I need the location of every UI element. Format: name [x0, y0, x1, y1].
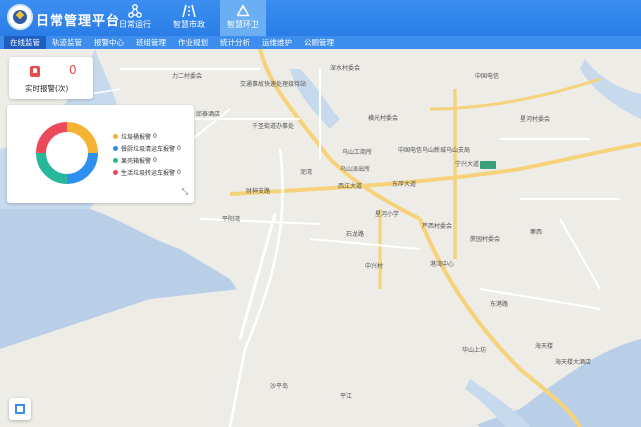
map-label: 平江: [340, 393, 353, 400]
map-label: 财神支路: [246, 188, 271, 195]
map-label: 星河小学: [375, 211, 400, 218]
alarm-label: 实时报警(次): [25, 84, 69, 93]
legend-dot: [113, 157, 118, 163]
map-label: 中兴村: [365, 263, 384, 270]
module-label: 智慧环卫: [227, 20, 259, 29]
legend-item: 果壳箱报警 0: [113, 154, 181, 166]
map-label: 石龙路: [346, 231, 365, 238]
subnav-online-monitoring[interactable]: 在线监管: [4, 36, 46, 49]
module-smart-municipal[interactable]: 智慧市政: [166, 0, 212, 36]
legend-value: 0: [152, 132, 157, 140]
module-nav: 日常运行 智慧市政 智慧环卫: [112, 0, 274, 36]
alarm-donut-chart: [36, 122, 98, 184]
subnav-team-management[interactable]: 班组管理: [130, 36, 172, 49]
legend-label: 生活垃圾转运车报警: [121, 169, 176, 177]
platform-logo: [7, 4, 33, 30]
alarm-stats-panel: 垃圾桶报警 0 餐厨垃圾清运车报警 0 果壳箱报警 0 生活垃圾转运车报警 0 …: [7, 105, 194, 203]
map-label: 乌山工商所: [342, 149, 373, 156]
legend-value: 0: [176, 144, 181, 152]
map-label: 交通事故快速处理接待站: [240, 81, 307, 88]
map-label: 芦西村委会: [422, 223, 453, 230]
top-header: 日常管理平台 日常运行 智慧市政 智慧环卫: [0, 0, 641, 36]
realtime-alarm-panel[interactable]: 0 实时报警(次): [9, 57, 93, 99]
subnav-alarm-center[interactable]: 报警中心: [88, 36, 130, 49]
map-label: 千圣街道办事处: [252, 123, 295, 130]
chart-legend: 垃圾桶报警 0 餐厨垃圾清运车报警 0 果壳箱报警 0 生活垃圾转运车报警 0: [113, 130, 181, 178]
map-layer-button[interactable]: [9, 398, 31, 420]
sub-navigation: 在线监管 轨迹监管 报警中心 班组管理 作业规划 统计分析 运维维护 公厕管理: [0, 36, 641, 49]
legend-item: 餐厨垃圾清运车报警 0: [113, 142, 181, 154]
module-label: 智慧市政: [173, 20, 205, 29]
module-smart-sanitation[interactable]: 智慧环卫: [220, 0, 266, 36]
expand-icon[interactable]: ⤡: [182, 187, 188, 197]
legend-label: 果壳箱报警: [121, 157, 152, 165]
map-label: 力二村委会: [172, 73, 203, 80]
legend-label: 餐厨垃圾清运车报警: [121, 145, 176, 153]
legend-dot: [113, 169, 118, 175]
map-label: 泥湾: [300, 169, 313, 176]
map-label: 平阳湾: [222, 216, 241, 223]
legend-item: 垃圾桶报警 0: [113, 130, 181, 142]
road-icon: [166, 0, 212, 20]
legend-item: 生活垃圾转运车报警 0: [113, 166, 181, 178]
map-label: 乌山派出所: [340, 166, 371, 173]
legend-dot: [113, 133, 118, 139]
subnav-track-monitoring[interactable]: 轨迹监管: [46, 36, 88, 49]
alarm-count: 0: [69, 63, 77, 77]
subnav-maintenance[interactable]: 运维维护: [256, 36, 298, 49]
map-label: 港湾中心: [430, 261, 455, 268]
subnav-statistics[interactable]: 统计分析: [214, 36, 256, 49]
alarm-icon: [30, 66, 40, 77]
app-title: 日常管理平台: [36, 14, 121, 29]
layers-icon: [15, 404, 25, 414]
map-label: 横光村委会: [368, 115, 399, 122]
subnav-work-planning[interactable]: 作业规划: [172, 36, 214, 49]
network-icon: [112, 0, 158, 20]
legend-label: 垃圾桶报警: [121, 133, 152, 141]
map-label: 中国电信乌山新城乌山支局: [398, 147, 471, 154]
recycle-icon: [220, 0, 266, 20]
map-label: 中国电信: [475, 73, 500, 80]
subnav-toilet-management[interactable]: 公厕管理: [298, 36, 340, 49]
map-label: 西江大道: [338, 183, 363, 190]
map-label: 寨西: [530, 229, 543, 236]
map-label: 东岸大道: [392, 181, 417, 188]
map-label: 深水村委会: [330, 65, 361, 72]
map-label: 邱泰酒店: [196, 111, 221, 118]
map-label: 星河村委会: [520, 116, 551, 123]
legend-value: 0: [152, 156, 157, 164]
map-label: 沙平岛: [270, 383, 289, 390]
map-label: 海天楼: [535, 343, 554, 350]
map-label: 宁兴大道: [455, 161, 480, 168]
legend-dot: [113, 145, 118, 151]
map-label: 海天楼大酒店: [555, 359, 592, 366]
module-daily-operation[interactable]: 日常运行: [112, 0, 158, 36]
legend-value: 0: [176, 168, 181, 176]
map-label: 蔗园村委会: [470, 236, 501, 243]
module-label: 日常运行: [119, 20, 151, 29]
map-label: 华山上坊: [462, 347, 487, 354]
map-label: 东港路: [490, 301, 509, 308]
